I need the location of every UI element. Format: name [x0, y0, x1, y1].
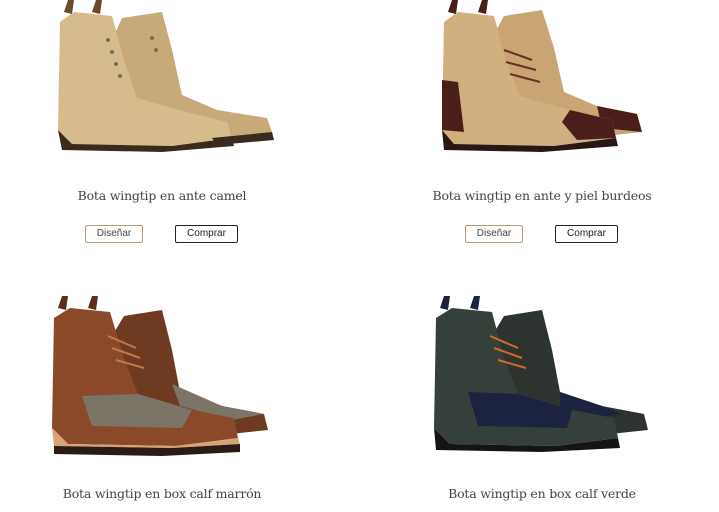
design-button[interactable]: Diseñar	[85, 225, 143, 243]
boot-image-green[interactable]	[392, 296, 692, 468]
boot-green-svg	[434, 296, 648, 452]
buy-button[interactable]: Comprar	[175, 225, 238, 243]
boot-image-brown[interactable]	[12, 296, 312, 468]
boot-brown-svg	[52, 296, 268, 456]
product-title[interactable]: Bota wingtip en ante camel	[12, 188, 312, 203]
product-title[interactable]: Bota wingtip en ante y piel burdeos	[392, 188, 692, 203]
product-title[interactable]: Bota wingtip en box calf verde	[392, 486, 692, 501]
design-button[interactable]: Diseñar	[465, 225, 523, 243]
buy-button[interactable]: Comprar	[555, 225, 618, 243]
product-title[interactable]: Bota wingtip en box calf marrón	[12, 486, 312, 501]
boot-image-burgundy[interactable]	[392, 0, 692, 165]
boot-camel-svg	[58, 0, 274, 152]
boot-image-camel[interactable]	[12, 0, 312, 165]
boot-burgundy-svg	[442, 0, 642, 152]
